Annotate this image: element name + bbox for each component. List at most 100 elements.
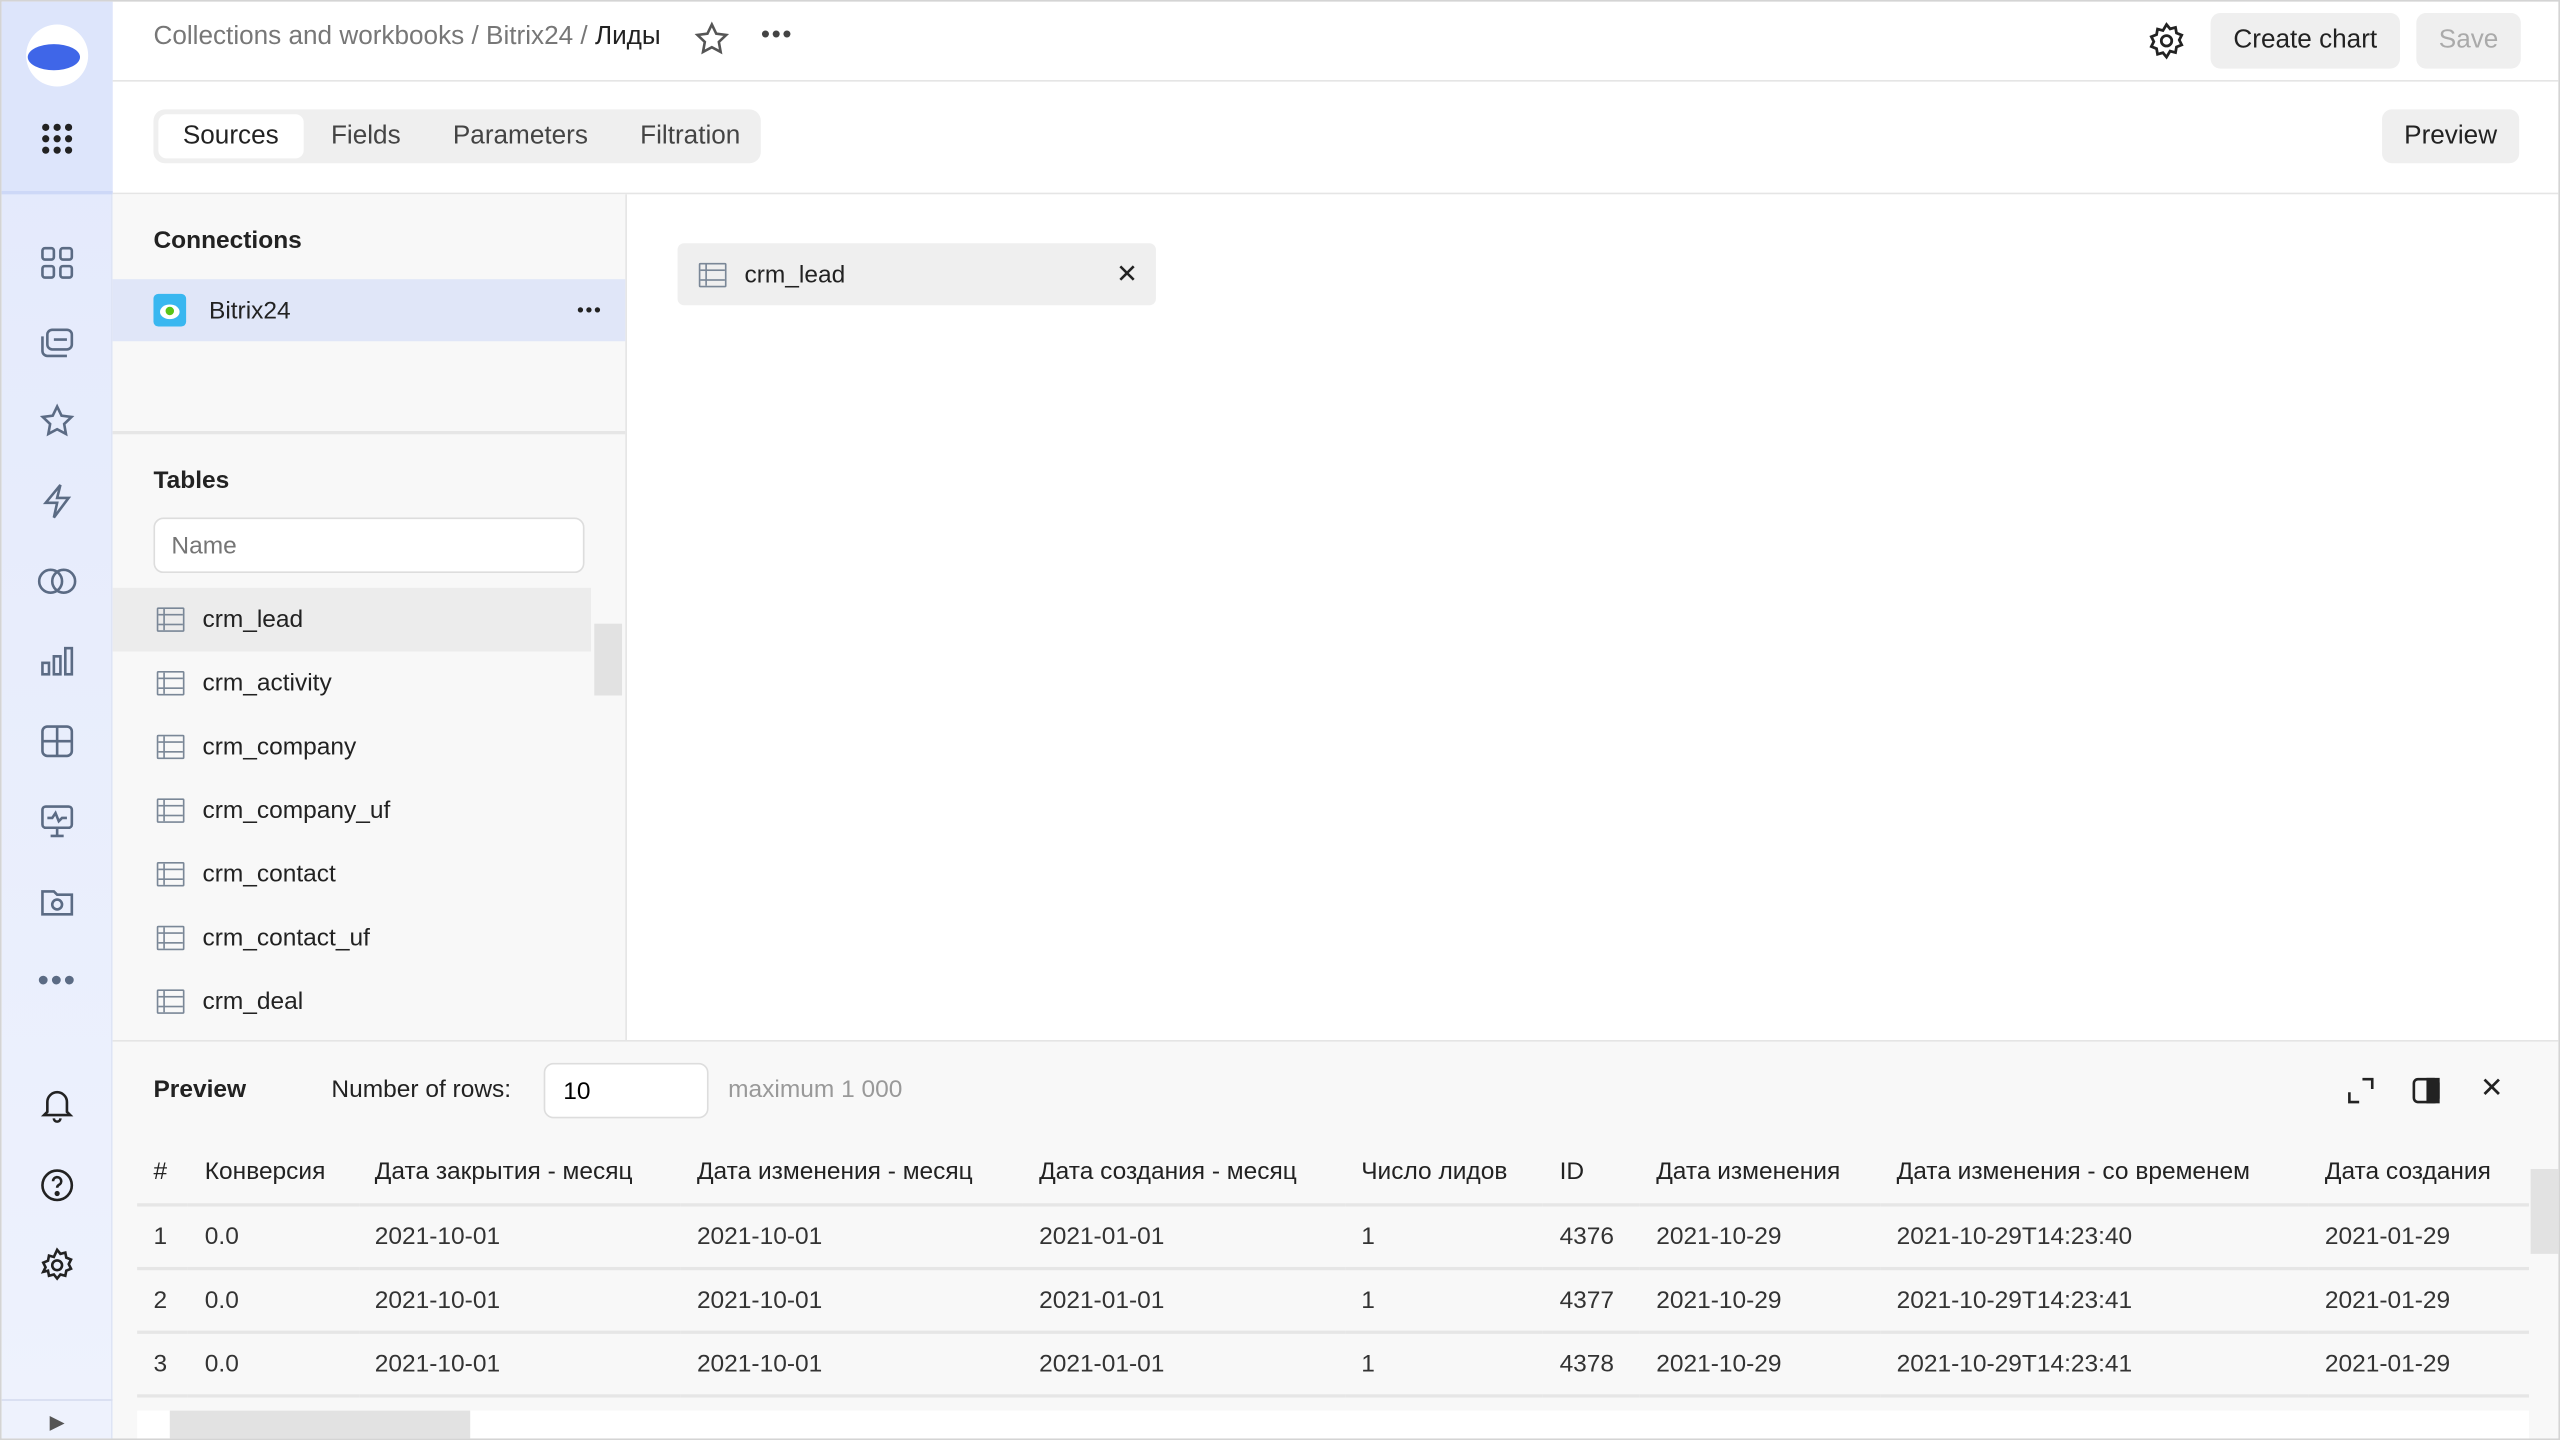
table-name: crm_deal [202,987,304,1016]
table-cell: 1 [137,1204,189,1271]
breadcrumb-separator: / [580,22,588,51]
table-name: crm_company_uf [202,796,391,825]
table-item[interactable]: crm_deal [113,970,591,1034]
column-header: Дата создания - месяц [1022,1139,1345,1207]
table-cell: 2021-10-01 [680,1204,1023,1271]
table-item[interactable]: crm_activity [113,651,591,715]
breadcrumb: Collections and workbooks / Bitrix24 / Л… [153,23,660,52]
table-cell: 4378 [1543,1332,1640,1398]
more-icon[interactable]: ••• [34,958,80,1004]
table-icon [156,734,185,760]
breadcrumb-collections[interactable]: Collections and workbooks [153,23,464,51]
reports-icon[interactable] [34,718,80,764]
tab-parameters[interactable]: Parameters [428,114,612,158]
table-cell: 2021-01-01 [1022,1332,1345,1398]
scrollbar-thumb[interactable] [594,623,623,696]
editor-tabs: Sources Fields Parameters Filtration [153,109,761,164]
table-cell: 4377 [1543,1268,1640,1334]
table-icon [156,671,185,696]
folder-icon[interactable] [34,878,80,924]
table-item-crm-lead[interactable]: crm_lead [112,587,592,652]
column-header: Дата создания [2308,1139,2529,1207]
table-cell: 0.0 [188,1204,359,1271]
help-icon[interactable] [34,1162,80,1208]
table-cell: 2021-01-29 [2308,1204,2529,1271]
preview-button[interactable]: Preview [2382,109,2520,164]
preview-panel: Preview Number of rows: maximum 1 000 ✕ … [112,1039,2559,1439]
preview-title: Preview [153,1075,247,1104]
horizontal-scrollbar[interactable] [137,1410,2529,1439]
datasets-icon[interactable] [34,558,80,604]
connection-menu-icon[interactable]: ••• [577,299,602,322]
collections-icon[interactable] [34,320,80,366]
more-options-icon[interactable]: ••• [761,21,793,50]
connection-item[interactable]: Bitrix24 ••• [112,279,626,342]
table-item[interactable]: crm_company_uf [113,779,591,843]
tables-scrollbar[interactable] [594,594,623,1027]
close-icon[interactable]: ✕ [1116,258,1138,291]
table-name: crm_contact [202,860,336,889]
table-row: 3 0.0 2021-10-01 2021-10-01 2021-01-01 1 4378 2… [137,1332,2529,1398]
table-header-row: # Конверсия Дата закрытия - месяц Дата и… [137,1139,2529,1207]
expand-rail-button[interactable]: ▶ [1,1399,113,1438]
table-cell: 2021-01-01 [1022,1204,1345,1271]
close-preview-icon[interactable]: ✕ [2480,1073,2503,1106]
bitrix24-icon [153,293,187,327]
table-cell: 1 [1344,1268,1544,1334]
dashboards-icon[interactable] [34,240,80,286]
table-search-input[interactable] [153,517,585,574]
sources-panel: Connections Bitrix24 ••• Tables crm_lead… [112,194,627,1040]
create-chart-button[interactable]: Create chart [2210,13,2400,69]
table-cell: 2021-10-01 [358,1268,681,1334]
table-cell: 2021-01-29 [2308,1332,2529,1398]
table-icon [156,607,185,632]
column-header: # [137,1139,189,1207]
apps-grid-icon[interactable] [34,116,80,162]
table-item[interactable]: crm_contact [113,842,591,906]
save-button[interactable]: Save [2416,13,2521,69]
source-chip[interactable]: crm_lead ✕ [677,243,1156,306]
settings-icon[interactable] [34,1242,80,1288]
table-item[interactable]: crm_contact_uf [113,906,591,970]
scrollbar-thumb[interactable] [2530,1168,2559,1254]
scrollbar-thumb[interactable] [169,1410,471,1439]
tab-fields[interactable]: Fields [306,114,425,158]
tab-filtration[interactable]: Filtration [616,114,765,158]
fullscreen-icon[interactable] [2346,1076,2375,1112]
rows-count-input[interactable] [543,1062,709,1119]
table-cell: 3 [137,1332,189,1398]
divider [112,431,626,435]
breadcrumb-bitrix24[interactable]: Bitrix24 [486,23,573,51]
breadcrumb-current: Лиды [594,22,661,51]
table-cell: 1 [1344,1204,1544,1271]
rows-hint: maximum 1 000 [728,1075,903,1104]
table-cell: 2021-10-29 [1639,1204,1881,1271]
table-name: crm_lead [202,605,304,634]
notifications-icon[interactable] [34,1082,80,1128]
table-cell: 2021-10-29T14:23:40 [1880,1204,2309,1271]
connections-icon[interactable] [34,478,80,524]
column-header: Дата изменения [1639,1139,1881,1207]
table-name: crm_contact_uf [202,924,370,952]
tables-list: crm_lead crm_activity crm_company crm_co… [112,587,592,1040]
tab-sources[interactable]: Sources [158,114,304,159]
rows-label: Number of rows: [331,1075,512,1104]
monitoring-icon[interactable] [34,798,80,844]
table-cell: 2021-10-01 [680,1268,1023,1334]
tables-title: Tables [153,466,230,495]
table-cell: 2021-01-01 [1022,1268,1345,1334]
favorites-icon[interactable] [34,398,80,444]
logo-icon[interactable] [24,23,89,88]
gear-icon[interactable] [2147,21,2186,67]
header: Collections and workbooks / Bitrix24 / Л… [112,2,2559,82]
column-header: Конверсия [188,1139,359,1207]
table-item[interactable]: crm_company [113,715,591,779]
split-view-icon[interactable] [2411,1076,2440,1112]
star-icon[interactable] [694,21,730,63]
source-name: crm_lead [744,260,846,289]
charts-icon[interactable] [34,638,80,684]
table-icon [156,989,185,1014]
column-header: Дата изменения - со временем [1880,1139,2309,1207]
column-header: ID [1543,1139,1640,1207]
vertical-scrollbar[interactable] [2530,1140,2559,1401]
